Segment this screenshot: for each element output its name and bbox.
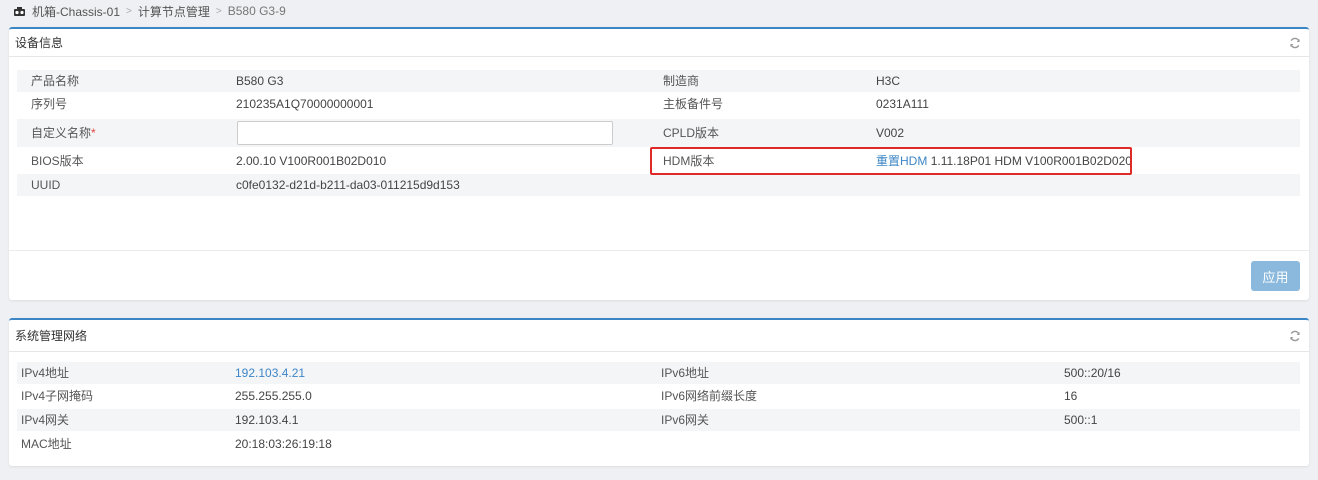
table-row: UUID c0fe0132-d21d-b211-da03-011215d9d15… [17,174,1300,196]
field-value: 255.255.255.0 [235,389,312,403]
field-label: 自定义名称* [31,122,96,144]
breadcrumb-root[interactable]: 机箱-Chassis-01 [32,3,120,20]
field-value: V002 [876,126,905,140]
field-value: B580 G3 [236,74,284,88]
reset-hdm-link[interactable]: 重置HDM [876,154,927,168]
hdm-version-value: 重置HDM 1.11.18P01 HDM V100R001B02D020 [876,150,1132,172]
field-value: 500::20/16 [1064,366,1121,380]
field-value: 2.00.10 V100R001B02D010 [236,154,387,168]
breadcrumb-separator: > [215,5,222,17]
device-info-panel: 设备信息 产品名称 B580 G3 制造商 H3C 序列号 210235A1Q7… [9,27,1309,300]
field-value: 16 [1064,389,1078,403]
field-label: CPLD版本 [663,126,720,140]
field-label: 主板备件号 [663,97,724,111]
ipv4-address-link[interactable]: 192.103.4.21 [235,362,305,384]
network-panel: 系统管理网络 IPv4地址 192.103.4.21 IPv6地址 500::2… [9,318,1309,466]
field-label: 产品名称 [31,74,80,88]
custom-name-label: 自定义名称 [31,126,92,140]
field-value: H3C [876,74,901,88]
refresh-icon[interactable] [1289,330,1301,342]
table-row: IPv4地址 192.103.4.21 IPv6地址 500::20/16 [17,362,1300,384]
table-row: MAC地址 20:18:03:26:19:18 [17,433,1300,455]
device-info-header: 设备信息 [9,29,1309,57]
field-label: BIOS版本 [31,154,84,168]
panel-title: 系统管理网络 [15,329,88,343]
table-row: IPv4子网掩码 255.255.255.0 IPv6网络前缀长度 16 [17,385,1300,407]
table-row: 自定义名称* CPLD版本 V002 [17,119,1300,147]
panel-title: 设备信息 [15,36,64,50]
field-label: IPv6地址 [661,366,710,380]
chassis-icon [14,6,25,16]
field-value: 210235A1Q70000000001 [236,97,374,111]
breadcrumb-separator: > [126,5,132,17]
field-value: 500::1 [1064,413,1098,427]
refresh-icon[interactable] [1289,37,1301,49]
breadcrumb: 机箱-Chassis-01 > 计算节点管理 > B580 G3-9 [13,3,286,20]
network-header: 系统管理网络 [9,320,1309,352]
field-label: IPv4地址 [21,366,70,380]
field-value: c0fe0132-d21d-b211-da03-011215d9d153 [236,178,460,192]
field-value: 20:18:03:26:19:18 [235,437,332,451]
field-label: IPv4网关 [21,413,70,427]
field-label: IPv4子网掩码 [21,389,94,403]
field-value: 192.103.4.1 [235,413,299,427]
field-label: MAC地址 [21,437,72,451]
field-value: 1.11.18P01 HDM V100R001B02D020 [930,154,1132,168]
breadcrumb-current: B580 G3-9 [227,4,286,18]
field-label: IPv6网关 [661,413,710,427]
field-label: 序列号 [31,97,68,111]
table-row: IPv4网关 192.103.4.1 IPv6网关 500::1 [17,409,1300,431]
breadcrumb-middle[interactable]: 计算节点管理 [138,3,210,20]
field-label: UUID [31,178,61,192]
field-value: 0231A111 [876,97,929,111]
custom-name-input[interactable] [237,121,613,145]
field-label: 制造商 [663,74,700,88]
field-label: IPv6网络前缀长度 [661,389,758,403]
required-mark: * [91,126,96,140]
table-row: 产品名称 B580 G3 制造商 H3C [17,70,1300,92]
table-row: BIOS版本 2.00.10 V100R001B02D010 HDM版本 重置H… [17,150,1300,172]
field-label: HDM版本 [663,154,715,168]
table-row: 序列号 210235A1Q70000000001 主板备件号 0231A111 [17,93,1300,115]
apply-button[interactable]: 应用 [1251,261,1300,291]
divider [9,250,1309,251]
